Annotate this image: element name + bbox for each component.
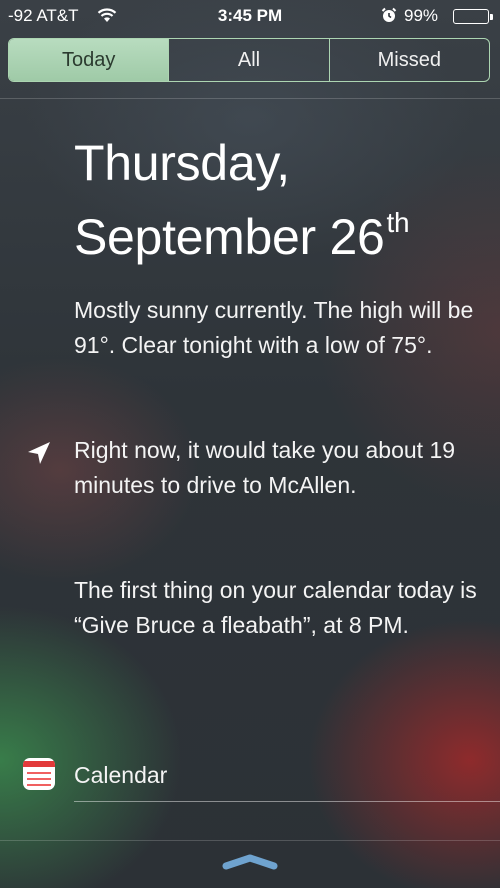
calendar-section-divider bbox=[74, 801, 500, 802]
battery-tip bbox=[490, 14, 493, 20]
tab-missed[interactable]: Missed bbox=[328, 39, 489, 81]
today-date: Thursday, September 26th bbox=[74, 133, 410, 267]
tab-today[interactable]: Today bbox=[9, 39, 169, 81]
status-bar: -92 AT&T 3:45 PM 99% bbox=[0, 0, 500, 34]
tab-all[interactable]: All bbox=[168, 39, 328, 81]
date-month-day: September 26th bbox=[74, 193, 410, 267]
date-month-day-text: September 26 bbox=[74, 209, 385, 265]
notification-tabs: Today All Missed bbox=[8, 38, 490, 82]
calendar-icon bbox=[23, 758, 55, 790]
date-ordinal-suffix: th bbox=[386, 207, 410, 238]
date-weekday: Thursday, bbox=[74, 135, 290, 191]
weather-summary: Mostly sunny currently. The high will be… bbox=[74, 297, 474, 358]
calendar-section-header[interactable]: Calendar bbox=[0, 752, 500, 802]
footer-divider bbox=[0, 840, 500, 841]
battery-icon bbox=[453, 9, 489, 24]
calendar-section-label: Calendar bbox=[74, 762, 168, 788]
battery-percent: 99% bbox=[404, 6, 439, 25]
grabber-handle-icon[interactable] bbox=[222, 852, 278, 870]
header-divider bbox=[0, 98, 500, 99]
drive-summary: Right now, it would take you about 19 mi… bbox=[74, 437, 456, 498]
location-arrow-icon bbox=[26, 440, 52, 466]
calendar-summary: The first thing on your calendar today i… bbox=[74, 577, 477, 638]
alarm-clock-icon bbox=[381, 7, 397, 28]
